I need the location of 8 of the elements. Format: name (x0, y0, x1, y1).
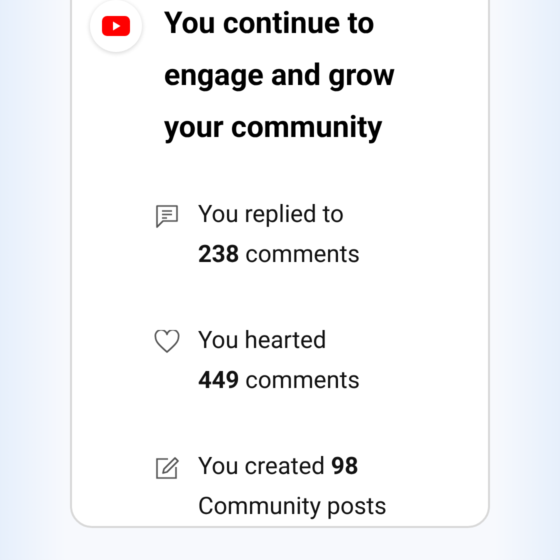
card-title: You continue to engage and grow your community (164, 5, 396, 147)
play-logo-icon (102, 16, 130, 36)
heart-icon (154, 330, 180, 354)
stat-text: You hearted 449 comments (198, 325, 360, 396)
edit-icon (155, 456, 179, 480)
stat-text: You replied to 238 comments (198, 199, 360, 270)
comment-icon (155, 204, 179, 230)
stat-text: You created 98 Community posts (198, 451, 387, 522)
